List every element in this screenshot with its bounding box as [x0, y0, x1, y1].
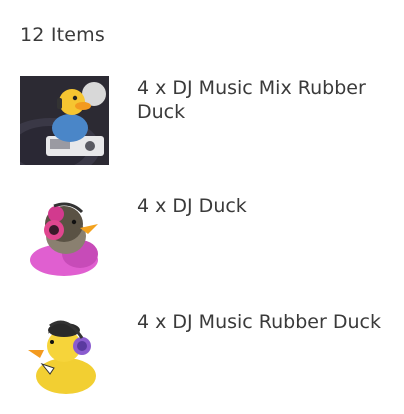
dj-duck-image [20, 194, 109, 283]
list-item[interactable]: 4 x DJ Music Rubber Duck [20, 310, 390, 400]
list-item[interactable]: 4 x DJ Duck [20, 194, 390, 284]
product-image[interactable] [20, 76, 109, 165]
product-image[interactable] [20, 310, 109, 399]
item-count: 12 Items [20, 24, 105, 46]
product-name[interactable]: 4 x DJ Duck [137, 194, 382, 218]
dj-mix-duck-image [20, 76, 109, 165]
list-item[interactable]: 4 x DJ Music Mix Rubber Duck [20, 76, 390, 166]
product-image[interactable] [20, 194, 109, 283]
product-name[interactable]: 4 x DJ Music Mix Rubber Duck [137, 76, 382, 124]
dj-music-duck-image [20, 310, 109, 399]
product-name[interactable]: 4 x DJ Music Rubber Duck [137, 310, 382, 334]
